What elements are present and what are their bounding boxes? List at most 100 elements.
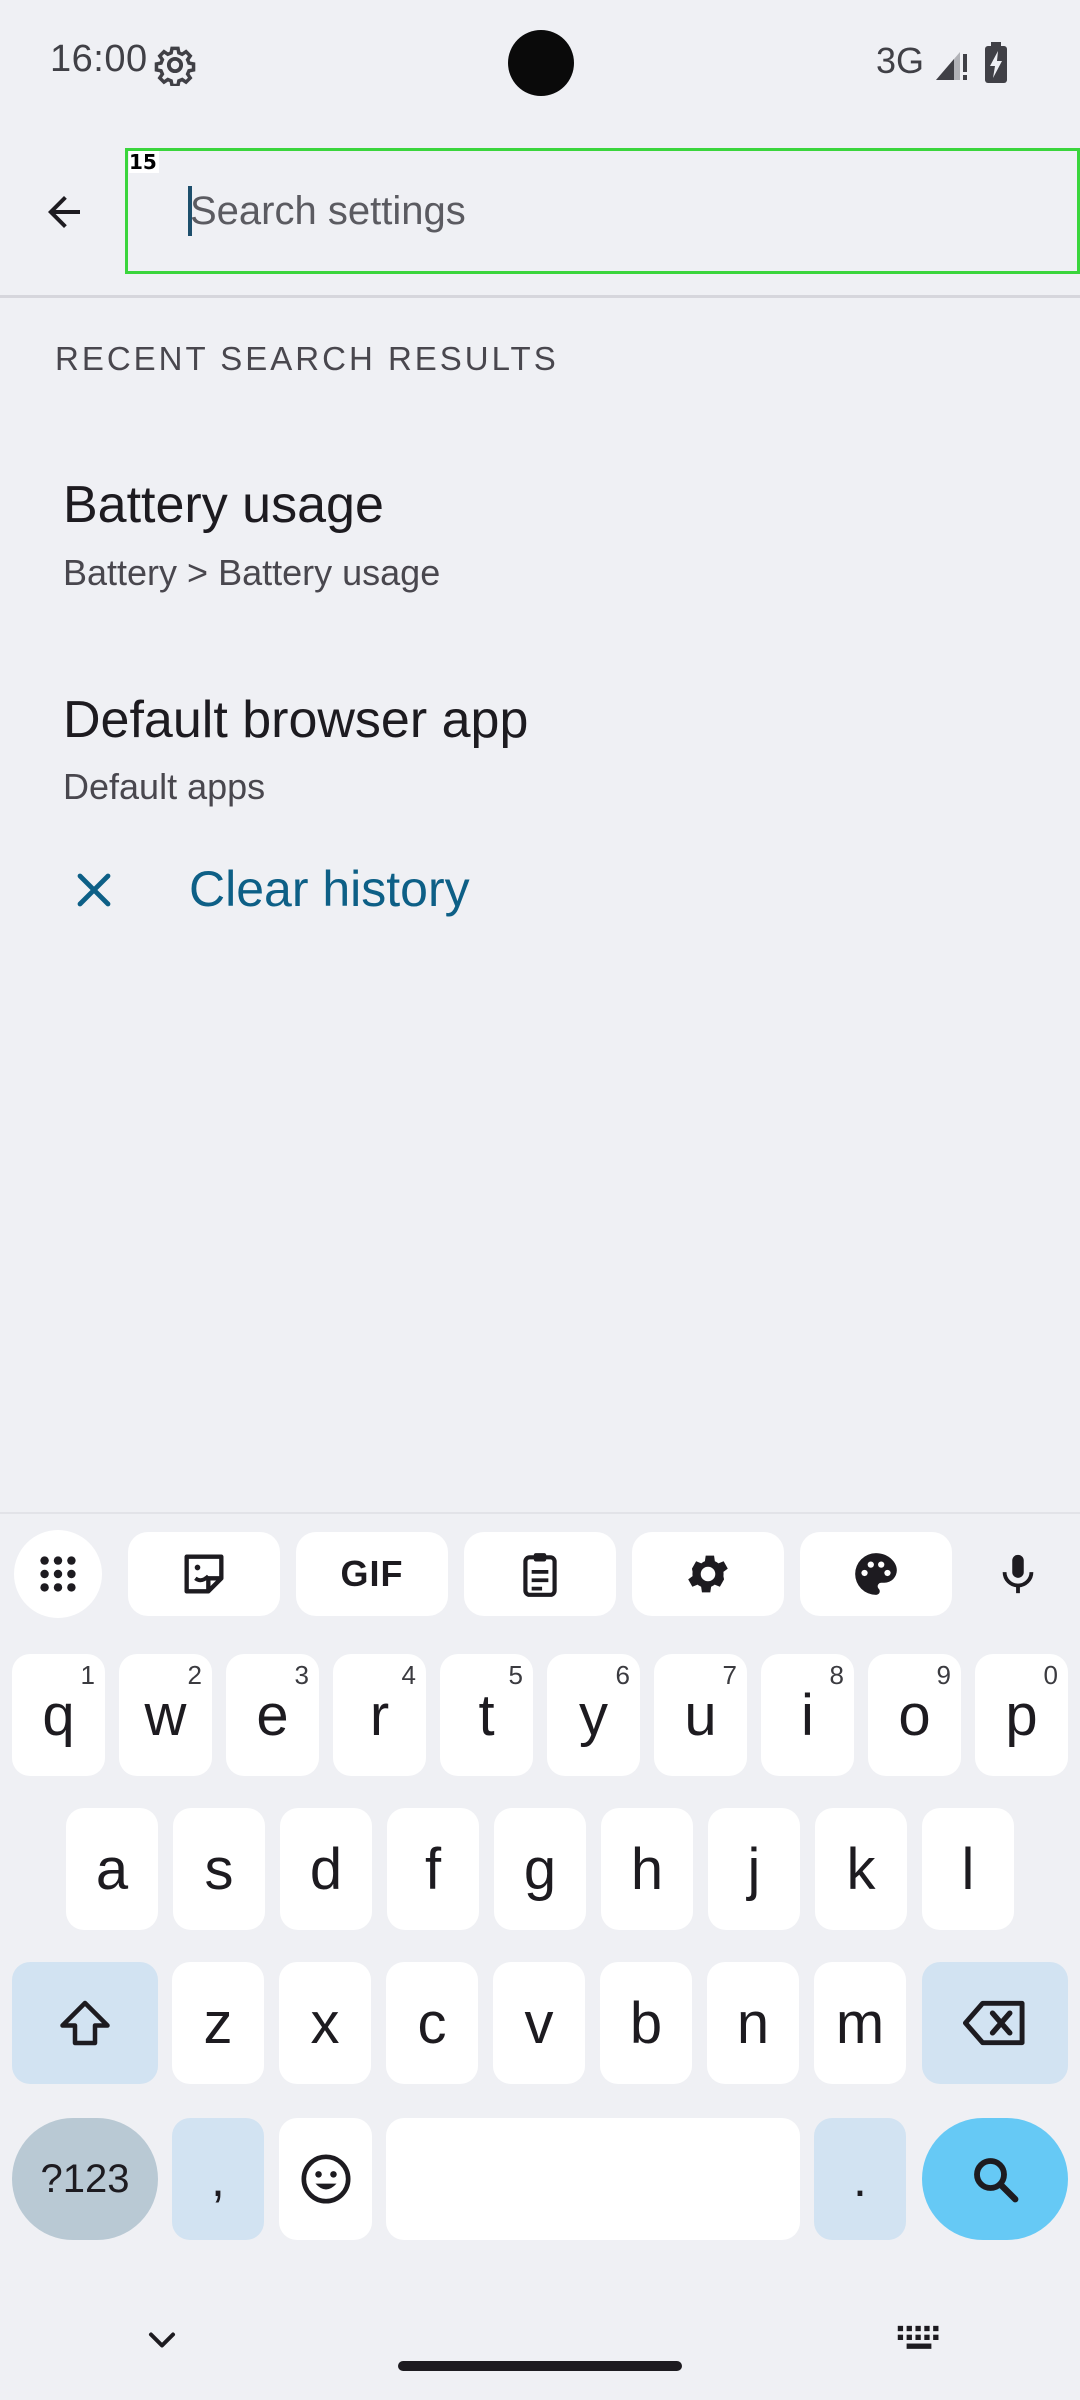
switch-keyboard-button[interactable] [896,2322,942,2358]
key-j[interactable]: j [708,1808,800,1930]
key-label: v [524,1990,554,2056]
key-label: g [523,1836,557,1902]
key-label: c [417,1990,447,2056]
key-label: n [736,1990,770,2056]
key-hint: 8 [829,1660,844,1690]
palette-icon [855,1553,897,1595]
key-x[interactable]: x [279,1962,371,2084]
key-label: l [961,1836,975,1902]
period-key[interactable]: . [814,2118,906,2240]
search-input[interactable] [186,178,1050,244]
key-m[interactable]: m [814,1962,906,2084]
clear-history-button[interactable] [0,820,1080,960]
key-n[interactable]: n [707,1962,799,2084]
key-z[interactable]: z [172,1962,264,2084]
key-f[interactable]: f [387,1808,479,1930]
key-g[interactable]: g [494,1808,586,1930]
backspace-icon [963,2000,1025,2046]
keyboard-icon [897,2325,939,2349]
key-q[interactable]: q1 [12,1654,105,1776]
apps-grid-icon [40,1556,76,1592]
symbols-key[interactable]: ?123 [12,2118,158,2240]
gif-button[interactable]: GIF [296,1532,448,1616]
key-o[interactable]: o9 [868,1654,961,1776]
key-label: t [478,1682,495,1748]
key-w[interactable]: w2 [119,1654,212,1776]
theme-button[interactable] [800,1532,952,1616]
settings-icon [688,1555,728,1593]
mic-icon [1002,1554,1034,1594]
key-t[interactable]: t5 [440,1654,533,1776]
key-label: s [204,1836,234,1902]
key-hint: 7 [722,1660,737,1690]
key-hint: 5 [508,1660,523,1690]
backspace-key[interactable] [922,1962,1068,2084]
key-hint: 2 [187,1660,202,1690]
keyboard [0,1512,1080,2400]
key-label: p [1005,1682,1038,1748]
key-d[interactable]: d [280,1808,372,1930]
key-a[interactable]: a [66,1808,158,1930]
key-s[interactable]: s [173,1808,265,1930]
sticker-button[interactable] [128,1532,280,1616]
clipboard-button[interactable] [464,1532,616,1616]
keyboard-settings-button[interactable] [632,1532,784,1616]
close-icon [70,866,118,914]
key-r[interactable]: r4 [333,1654,426,1776]
result-subtitle: Default apps [63,766,266,807]
period-key-label: . [853,2151,867,2207]
result-title: Default browser app [63,691,529,749]
key-label: u [684,1682,717,1748]
chevron-down-icon [148,2332,176,2348]
search-icon [974,2158,1019,2203]
key-label: m [835,1990,885,2056]
key-k[interactable]: k [815,1808,907,1930]
section-header: RECENT SEARCH RESULTS [55,340,559,377]
key-label: b [629,1990,663,2056]
key-label: o [898,1682,931,1748]
space-key[interactable] [386,2118,800,2240]
hide-keyboard-button[interactable] [140,2318,184,2362]
shift-key[interactable] [12,1962,158,2084]
camera-cutout [508,30,574,96]
key-h[interactable]: h [601,1808,693,1930]
key-c[interactable]: c [386,1962,478,2084]
comma-key[interactable]: , [172,2118,264,2240]
key-b[interactable]: b [600,1962,692,2084]
recent-result-item[interactable] [0,440,1080,630]
key-l[interactable]: l [922,1808,1014,1930]
key-hint: 3 [294,1660,309,1690]
back-button[interactable] [22,170,106,254]
key-label: i [801,1682,814,1748]
key-label: x [310,1990,340,2056]
voice-input-button[interactable] [974,1530,1062,1618]
home-indicator[interactable] [398,2361,682,2371]
key-u[interactable]: u7 [654,1654,747,1776]
key-label: e [256,1682,289,1748]
text-caret [188,186,192,236]
status-bar: 16:00 3G [0,0,1080,130]
element-index-badge: 15 [129,151,159,173]
apps-grid-button[interactable] [14,1530,102,1618]
emoji-key[interactable] [279,2118,372,2240]
key-e[interactable]: e3 [226,1654,319,1776]
key-label: r [369,1682,390,1748]
header-divider [0,295,1080,298]
comma-key-label: , [211,2151,225,2207]
key-hint: 1 [80,1660,95,1690]
key-p[interactable]: p0 [975,1654,1068,1776]
search-action-key[interactable] [922,2118,1068,2240]
clipboard-icon [523,1553,557,1597]
symbols-key-label: ?123 [40,2156,130,2201]
key-y[interactable]: y6 [547,1654,640,1776]
result-subtitle: Battery > Battery usage [63,552,441,593]
key-v[interactable]: v [493,1962,585,2084]
result-title: Battery usage [63,476,384,534]
sticker-icon [184,1554,224,1594]
arrow-back-icon [48,196,80,228]
key-i[interactable]: i8 [761,1654,854,1776]
key-label: y [579,1682,608,1748]
network-type: 3G [876,40,925,81]
status-time: 16:00 [50,38,148,80]
key-label: q [42,1682,75,1748]
